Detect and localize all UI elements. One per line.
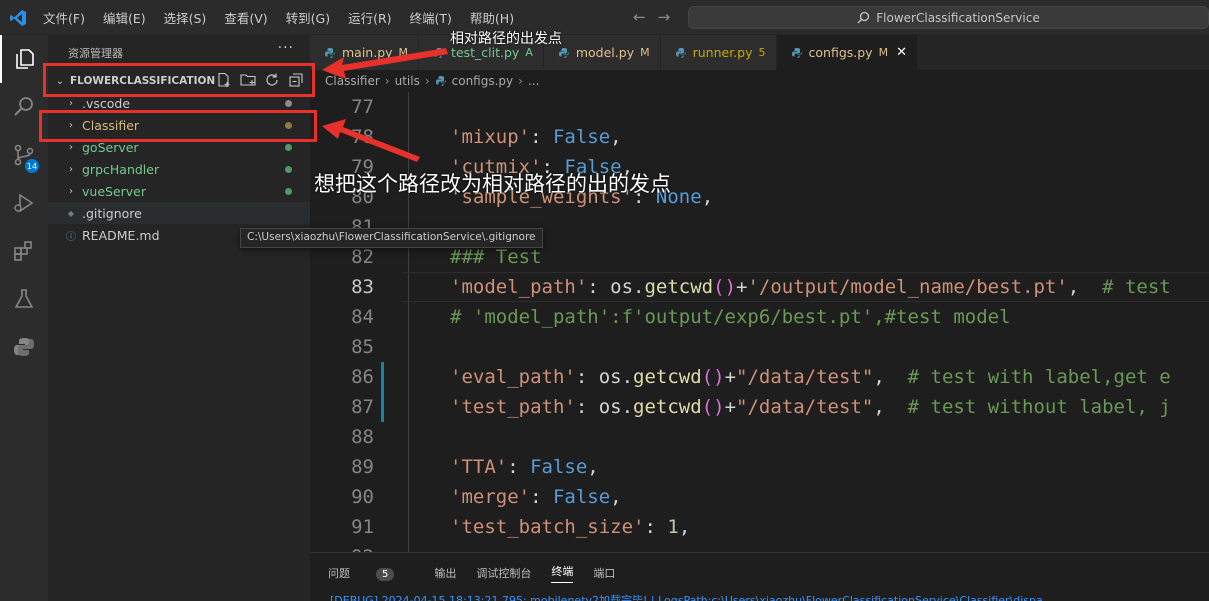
tab-status: M	[640, 46, 650, 59]
explorer-title: 资源管理器	[68, 47, 123, 60]
menu-edit[interactable]: 编辑(E)	[103, 8, 146, 27]
chevron-right-icon: ›	[69, 163, 73, 175]
file-tree-label: README.md	[82, 227, 160, 243]
run-debug-icon	[14, 193, 34, 213]
files-icon	[16, 49, 34, 69]
code-line: 88	[351, 426, 374, 448]
menu-help[interactable]: 帮助(H)	[470, 8, 514, 27]
file-tree-label: .vscode	[82, 95, 131, 111]
chevron-right-icon: ›	[69, 97, 73, 109]
beaker-icon	[14, 289, 34, 308]
nav-arrows: ← →	[633, 8, 670, 26]
code-line: 89 'TTA': False,	[351, 456, 599, 478]
code-line: 92	[310, 542, 1209, 552]
python-file-icon	[434, 47, 445, 58]
explorer-activity[interactable]	[0, 35, 48, 83]
breadcrumb-item[interactable]: utils	[395, 74, 420, 88]
file-tree-label: .gitignore	[82, 205, 142, 221]
code-line: 78'mixup': False,	[351, 126, 622, 148]
panel-tab-ports[interactable]: 端口	[593, 565, 615, 581]
code-line: 84 # 'model_path':f'output/exp6/best.pt',…	[351, 306, 1011, 328]
annotation-top-text: 相对路径的出发点	[450, 31, 562, 47]
terminal-output-line: [DEBUG] 2024-04-15 18:13:21.795: mobilen…	[330, 594, 1043, 601]
git-status-dot	[285, 166, 292, 173]
more-actions-icon[interactable]: ···	[278, 40, 294, 56]
vscode-logo-icon	[10, 10, 26, 26]
python-file-icon	[791, 47, 802, 58]
git-status-dot	[285, 188, 292, 195]
panel-tab-output[interactable]: 输出	[434, 565, 456, 581]
file-tree-item[interactable]: › grpcHandler	[48, 158, 310, 180]
chevron-right-icon: ›	[69, 141, 73, 153]
annotation-box-project	[43, 63, 315, 97]
annotation-main-text: 想把这个路径改为相对路径的出的发点	[314, 172, 671, 196]
testing-activity[interactable]	[0, 275, 48, 323]
annotation-box-classifier	[39, 110, 317, 142]
file-tree-label: grpcHandler	[82, 161, 160, 177]
file-tree-item[interactable]: ◆ .gitignore	[48, 202, 310, 224]
tab-label: main.py	[342, 45, 393, 60]
code-editor[interactable]: 77 78'mixup': False, 79'cutmix': False, …	[310, 92, 1209, 552]
editor-tabs: main.py Mtest_clit.py Amodel.py Mrunner.py 5…	[310, 35, 1209, 70]
panel-tab-problems[interactable]: 问题 5	[328, 565, 414, 581]
title-bar: 文件(F) 编辑(E) 选择(S) 查看(V) 转到(G) 运行(R) 终端(T…	[0, 0, 1209, 35]
command-center-search[interactable]: FlowerClassificationService	[688, 6, 1209, 29]
close-tab-icon[interactable]: ✕	[896, 45, 907, 60]
menu-file[interactable]: 文件(F)	[43, 8, 85, 27]
breadcrumb-item[interactable]: Classifier	[325, 74, 380, 88]
gitignore-file-icon: ◆	[67, 208, 75, 218]
python-file-icon	[675, 47, 686, 58]
scm-count-badge: 14	[25, 159, 39, 173]
breadcrumb: Classifier › utils › configs.py › ...	[325, 74, 540, 88]
code-line: 91'test_batch_size': 1,	[351, 516, 691, 538]
tab-label: runner.py	[692, 45, 753, 60]
editor-tab[interactable]: main.py M	[310, 35, 420, 70]
menu-selection[interactable]: 选择(S)	[164, 8, 207, 27]
file-tree-item[interactable]: › vueServer	[48, 180, 310, 202]
menu-terminal[interactable]: 终端(T)	[410, 8, 452, 27]
python-icon	[14, 338, 34, 356]
editor-tab[interactable]: runner.py 5	[660, 35, 777, 70]
menu-view[interactable]: 查看(V)	[224, 8, 267, 27]
code-line: 86'eval_path': os.getcwd()+"/data/test",…	[351, 366, 1171, 388]
info-file-icon: ⓘ	[66, 231, 76, 243]
code-line: 77	[351, 96, 374, 118]
python-file-icon	[435, 76, 446, 86]
code-line: 87'test_path': os.getcwd()+"/data/test",…	[351, 396, 1171, 418]
panel-tab-terminal[interactable]: 终端	[551, 563, 574, 583]
editor-tab[interactable]: configs.py M ✕	[776, 35, 918, 70]
chevron-right-icon: ›	[69, 185, 73, 197]
code-line: 85	[351, 336, 374, 358]
run-debug-activity[interactable]	[0, 179, 48, 227]
back-arrow-icon[interactable]: ←	[633, 8, 646, 26]
breadcrumb-item[interactable]: configs.py	[452, 74, 514, 88]
forward-arrow-icon[interactable]: →	[658, 8, 671, 26]
tab-status: M	[878, 46, 889, 59]
problems-count-badge: 5	[376, 568, 395, 581]
tab-status: 5	[758, 46, 766, 59]
python-activity[interactable]	[0, 323, 48, 371]
python-file-icon	[325, 47, 335, 58]
tab-label: model.py	[575, 45, 635, 60]
file-tree-label: vueServer	[82, 183, 147, 199]
command-center-text: FlowerClassificationService	[876, 10, 1040, 25]
git-status-dot	[285, 144, 292, 151]
path-tooltip: C:\Users\xiaozhu\FlowerClassificationSer…	[240, 228, 543, 248]
tab-label: configs.py	[808, 45, 873, 60]
search-icon	[857, 11, 870, 24]
panel-tabs: 问题 5 输出 调试控制台 终端 端口	[328, 563, 635, 583]
menu-run[interactable]: 运行(R)	[348, 8, 391, 27]
code-line: 90'merge': False,	[351, 486, 622, 508]
breadcrumb-item[interactable]: ...	[528, 74, 539, 88]
search-icon	[14, 97, 33, 116]
git-status-dot	[285, 100, 292, 107]
extensions-activity[interactable]	[0, 227, 48, 275]
tab-status: M	[398, 46, 409, 59]
panel-tab-debug-console[interactable]: 调试控制台	[476, 565, 531, 581]
bottom-panel: 问题 5 输出 调试控制台 终端 端口 [DEBUG] 2024-04-15 18…	[310, 552, 1209, 601]
menu-go[interactable]: 转到(G)	[286, 8, 330, 27]
extensions-icon	[14, 241, 32, 261]
code-line: 83'model_path': os.getcwd()+'/output/mod…	[351, 276, 1171, 298]
python-file-icon	[558, 47, 569, 58]
